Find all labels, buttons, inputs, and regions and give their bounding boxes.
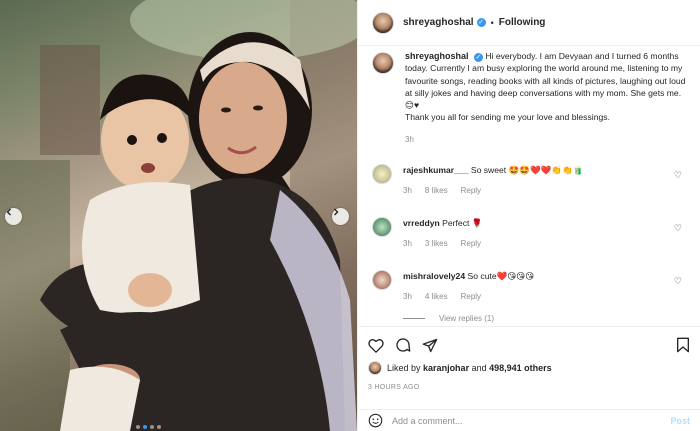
post-actions: Liked by karanjohar and 498,941 others 3… [358, 326, 700, 391]
like-comment-heart-icon[interactable]: ♡ [674, 276, 682, 287]
post-comment-button[interactable]: Post [670, 416, 690, 426]
view-replies-label: View replies (1) [439, 314, 494, 324]
comment-body: vrreddyn Perfect 🌹 3h 3 likes Reply [403, 217, 675, 250]
likes-prefix: Liked by [387, 363, 421, 373]
comment-body: rajeshkumar___ So sweet 🤩🤩❤️❤️👏👏🧃 3h 8 l… [403, 164, 675, 197]
comment-likes[interactable]: 3 likes [425, 238, 448, 250]
comment-text: So sweet 🤩🤩❤️❤️👏👏🧃 [470, 165, 584, 176]
liker-username[interactable]: karanjohar [423, 363, 469, 373]
comment-likes[interactable]: 4 likes [425, 291, 448, 303]
instagram-post-view: shreyaghoshal ✓ • Following shreyaghosha… [0, 0, 700, 431]
emoji-icon[interactable] [368, 413, 383, 428]
reply-button[interactable]: Reply [461, 291, 481, 303]
like-comment-heart-icon[interactable]: ♡ [674, 223, 682, 234]
previous-photo-button[interactable] [5, 208, 22, 225]
comment-meta: 3h 4 likes Reply [403, 291, 675, 303]
reply-button[interactable]: Reply [461, 185, 481, 197]
share-icon[interactable] [422, 338, 438, 353]
carousel-indicator [136, 425, 161, 429]
caption-thanks: Thank you all for sending me your love a… [405, 112, 610, 123]
comment-body: mishralovely24 So cute❤️😘😘😘 3h 4 likes R… [403, 270, 675, 303]
chevron-left-icon [6, 208, 11, 216]
post-timestamp[interactable]: 3 HOURS AGO [368, 384, 690, 391]
like-comment-heart-icon[interactable]: ♡ [674, 170, 682, 181]
author-avatar[interactable] [372, 11, 394, 34]
comment-item: vrreddyn Perfect 🌹 3h 3 likes Reply ♡ [372, 217, 686, 250]
add-comment-bar: Post [358, 409, 700, 431]
carousel-dot [150, 425, 154, 429]
replies-divider [403, 318, 425, 320]
heart-icon[interactable] [368, 338, 384, 353]
comment-input[interactable] [392, 415, 652, 426]
caption-username[interactable]: shreyaghoshal [405, 51, 469, 61]
comment-item: mishralovely24 So cute❤️😘😘😘 3h 4 likes R… [372, 270, 686, 303]
carousel-dot [157, 425, 161, 429]
commenter-avatar[interactable] [372, 217, 392, 238]
post-header: shreyaghoshal ✓ • Following [358, 0, 700, 46]
comment-text: Perfect 🌹 [442, 218, 483, 229]
following-button[interactable]: Following [499, 17, 546, 28]
carousel-dot-active [143, 425, 147, 429]
author-avatar[interactable] [372, 52, 394, 74]
comment-username[interactable]: vrreddyn [403, 218, 440, 228]
likes-summary: Liked by karanjohar and 498,941 others [368, 361, 690, 375]
likes-and: and [471, 363, 487, 373]
chevron-right-icon [334, 208, 339, 216]
comments-list[interactable]: shreyaghoshal ✓ Hi everybody. I am Devya… [358, 46, 700, 326]
action-icons [368, 327, 690, 363]
post-photo[interactable] [0, 0, 357, 431]
caption-body: shreyaghoshal ✓ Hi everybody. I am Devya… [405, 50, 686, 146]
likes-count[interactable]: 498,941 others [489, 363, 552, 373]
comment-item: rajeshkumar___ So sweet 🤩🤩❤️❤️👏👏🧃 3h 8 l… [372, 164, 686, 197]
comment-username[interactable]: rajeshkumar___ [403, 165, 468, 175]
comment-time: 3h [403, 239, 412, 249]
view-replies-button[interactable]: View replies (1) [403, 314, 686, 323]
comment-time: 3h [403, 186, 412, 196]
verified-icon: ✓ [476, 18, 486, 27]
comment-icon[interactable] [395, 337, 411, 353]
verified-icon: ✓ [473, 53, 483, 62]
commenter-avatar[interactable] [372, 270, 392, 291]
post-caption: shreyaghoshal ✓ Hi everybody. I am Devya… [372, 46, 686, 146]
bookmark-icon[interactable] [676, 337, 690, 353]
comment-likes[interactable]: 8 likes [425, 185, 448, 197]
liker-avatar[interactable] [368, 361, 382, 375]
comment-username[interactable]: mishralovely24 [403, 271, 465, 281]
comment-meta: 3h 3 likes Reply [403, 238, 675, 250]
author-username[interactable]: shreyaghoshal [403, 17, 474, 28]
next-photo-button[interactable] [332, 208, 349, 225]
carousel-dot [136, 425, 140, 429]
photo-illustration [0, 0, 357, 431]
caption-time: 3h [405, 134, 414, 144]
commenter-avatar[interactable] [372, 164, 392, 185]
post-sidebar: shreyaghoshal ✓ • Following shreyaghosha… [357, 0, 700, 431]
header-separator: • [490, 17, 494, 28]
comment-text: So cute❤️😘😘😘 [467, 271, 535, 282]
comment-time: 3h [403, 292, 412, 302]
reply-button[interactable]: Reply [461, 238, 481, 250]
comment-meta: 3h 8 likes Reply [403, 185, 675, 197]
